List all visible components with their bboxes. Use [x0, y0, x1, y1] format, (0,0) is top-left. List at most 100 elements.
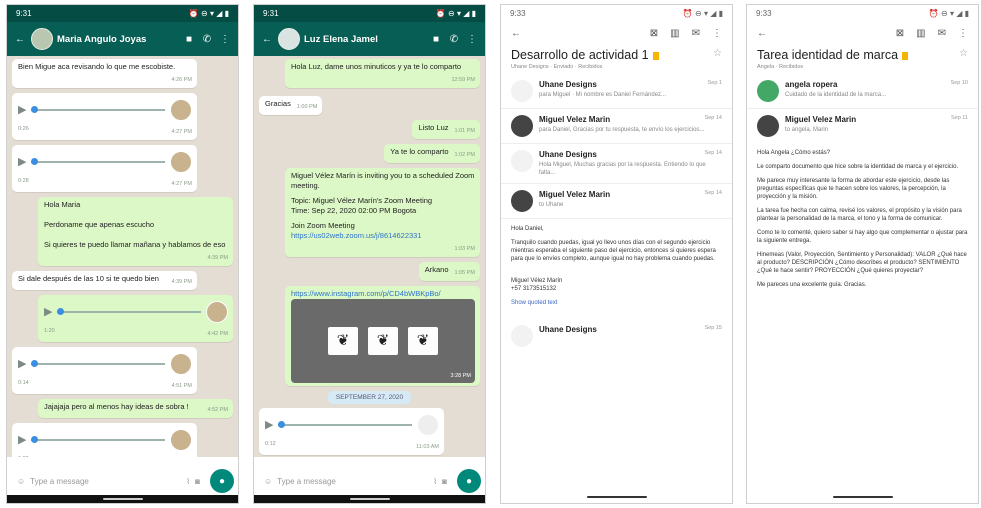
voice-progress[interactable]	[31, 360, 165, 367]
thread-item[interactable]: Uhane Designs Sep 14 Hola Miguel, Muchas g…	[501, 144, 732, 184]
body-paragraph: Hinemeas (Valor, Proyección, Sentimiento…	[757, 252, 967, 274]
mic-button[interactable]: ●	[457, 469, 481, 493]
more-options-icon[interactable]: ⋮	[958, 28, 968, 39]
delete-icon[interactable]: ▥	[916, 28, 925, 39]
logo-sketch-image: ❦	[328, 327, 358, 355]
phone-call-icon[interactable]: ✆	[200, 34, 214, 45]
photo-attachment[interactable]: ❦ ❦ ❦ 3:28 PM	[291, 299, 475, 383]
voice-message[interactable]: ▶ 0:26 4:27 PM	[12, 93, 197, 140]
thread-item[interactable]: Uhane Designs Sep 1 para Miguel · Mi nombr…	[501, 74, 732, 109]
play-icon[interactable]: ▶	[44, 307, 52, 318]
play-icon[interactable]: ▶	[18, 157, 26, 168]
important-tag-icon[interactable]	[902, 51, 909, 60]
attach-icon[interactable]: ⌇	[186, 477, 190, 486]
message-incoming[interactable]: Bien Migue aca revisando lo que me escob…	[12, 59, 197, 88]
more-options-icon[interactable]: ⋮	[218, 34, 232, 45]
contact-avatar[interactable]	[31, 28, 53, 50]
message-outgoing[interactable]: Arkano 1:05 PM	[418, 262, 480, 281]
play-icon[interactable]: ▶	[18, 435, 26, 446]
phone-call-icon[interactable]: ✆	[447, 34, 461, 45]
recipient-line[interactable]: to angela, Marin	[785, 126, 968, 134]
message-input[interactable]: ☺ Type a message ⌇ ◙	[11, 469, 206, 493]
back-arrow-icon[interactable]: ←	[757, 28, 767, 39]
back-arrow-icon[interactable]: ←	[13, 34, 27, 45]
more-options-icon[interactable]: ⋮	[465, 34, 479, 45]
message-outgoing[interactable]: Ya te lo comparto 1:02 PM	[384, 144, 480, 163]
sender-name: Miguel Velez Marin	[785, 115, 857, 124]
voice-progress[interactable]	[57, 308, 201, 315]
emoji-icon[interactable]: ☺	[264, 477, 272, 486]
system-nav-bar	[7, 495, 238, 503]
thread-item[interactable]: Uhane Designs Sep 15	[501, 319, 732, 353]
message-list[interactable]: Hola Luz, dame unos minuticos y ya te lo…	[254, 56, 485, 457]
voice-message[interactable]: ▶ 0:14 4:51 PM	[12, 347, 197, 394]
progress-handle[interactable]	[31, 106, 39, 113]
message-zoom-invite[interactable]: Miguel Vélez Marín is inviting you to a …	[285, 168, 480, 257]
voice-message[interactable]: ▶ 0:12 11:03 AM	[259, 408, 444, 455]
important-tag-icon[interactable]	[652, 51, 659, 60]
voice-progress[interactable]	[278, 421, 412, 428]
thread-item[interactable]: angela ropera Sep 10 Cuidado de la identi…	[747, 74, 978, 109]
video-call-icon[interactable]: ■	[429, 34, 443, 45]
mail-icon[interactable]: ✉	[692, 28, 700, 39]
contact-name[interactable]: Luz Elena Jamel	[304, 34, 425, 45]
star-icon[interactable]: ☆	[959, 48, 968, 59]
home-pill[interactable]	[349, 498, 390, 500]
back-arrow-icon[interactable]: ←	[511, 28, 521, 39]
progress-handle[interactable]	[278, 421, 286, 428]
message-list[interactable]: Bien Migue aca revisando lo que me escob…	[7, 56, 238, 457]
camera-icon[interactable]: ◙	[195, 477, 200, 486]
message-time: 3:28 PM	[450, 373, 471, 379]
mail-icon[interactable]: ✉	[938, 28, 946, 39]
progress-handle[interactable]	[31, 360, 39, 367]
body-paragraph: Me parece muy interesante la forma de ab…	[757, 178, 950, 200]
thread-item[interactable]: Miguel Velez Marin Sep 14 para Daniel, Gra…	[501, 109, 732, 144]
camera-icon[interactable]: ◙	[442, 477, 447, 486]
message-outgoing[interactable]: Jajajaja pero al menos hay ideas de sobr…	[38, 399, 233, 418]
message-outgoing[interactable]: Listo Luz 1:01 PM	[412, 120, 480, 139]
back-arrow-icon[interactable]: ←	[260, 34, 274, 45]
message-instagram[interactable]: https://www.instagram.com/p/CD4bWBKpBo/ …	[285, 286, 480, 386]
show-quoted-link[interactable]: Show quoted text	[511, 299, 722, 307]
play-icon[interactable]: ▶	[18, 105, 26, 116]
play-icon[interactable]: ▶	[265, 420, 273, 431]
delete-icon[interactable]: ▥	[670, 28, 679, 39]
more-options-icon[interactable]: ⋮	[712, 28, 722, 39]
voice-progress[interactable]	[31, 106, 165, 113]
voice-message[interactable]: ▶ 1:20 4:42 PM	[38, 295, 233, 342]
voice-message[interactable]: ▶ 0:28 4:27 PM	[12, 145, 197, 192]
message-incoming[interactable]: Si dale después de las 10 si te quedo bi…	[12, 271, 197, 290]
video-call-icon[interactable]: ■	[182, 34, 196, 45]
contact-name[interactable]: Maria Angulo Joyas	[57, 34, 178, 45]
signature: Miguel Vélez Marín +57 3173515132	[511, 278, 563, 292]
home-pill[interactable]	[586, 496, 647, 498]
voice-message[interactable]: ▶0:224:57 PM	[12, 423, 197, 457]
zoom-link[interactable]: https://us02web.zoom.us/j/8614622331	[291, 231, 475, 241]
message-text: Ya te lo comparto	[390, 147, 449, 156]
message-text: Jajajaja pero al menos hay ideas de sobr…	[44, 402, 189, 411]
home-pill[interactable]	[102, 498, 143, 500]
message-outgoing[interactable]: Hola Maria Perdoname que apenas escucho …	[38, 197, 233, 266]
contact-avatar[interactable]	[278, 28, 300, 50]
attach-icon[interactable]: ⌇	[433, 477, 437, 486]
thread-item[interactable]: Miguel Velez Marin Sep 14 to Uhane	[501, 184, 732, 219]
home-pill[interactable]	[832, 496, 893, 498]
archive-icon[interactable]: ⊠	[896, 28, 904, 39]
voice-progress[interactable]	[31, 158, 165, 165]
progress-handle[interactable]	[57, 308, 65, 315]
voice-progress[interactable]	[31, 436, 165, 443]
emoji-icon[interactable]: ☺	[17, 477, 25, 486]
play-icon[interactable]: ▶	[18, 359, 26, 370]
message-incoming[interactable]: Gracias 1:00 PM	[259, 96, 323, 115]
message-input[interactable]: ☺ Type a message ⌇ ◙	[258, 469, 453, 493]
star-icon[interactable]: ☆	[713, 48, 722, 59]
logo-sketch-image: ❦	[368, 327, 398, 355]
message-outgoing[interactable]: Hola Luz, dame unos minuticos y ya te lo…	[285, 59, 480, 88]
instagram-link[interactable]: https://www.instagram.com/p/CD4bWBKpBo/	[291, 289, 475, 299]
archive-icon[interactable]: ⊠	[650, 28, 658, 39]
progress-handle[interactable]	[31, 436, 39, 443]
progress-handle[interactable]	[31, 158, 39, 165]
mic-button[interactable]: ●	[210, 469, 234, 493]
sender-name: Miguel Velez Marin	[539, 190, 611, 199]
thread-item-open[interactable]: Miguel Velez Marin Sep 11 to angela, Mari…	[747, 109, 978, 143]
